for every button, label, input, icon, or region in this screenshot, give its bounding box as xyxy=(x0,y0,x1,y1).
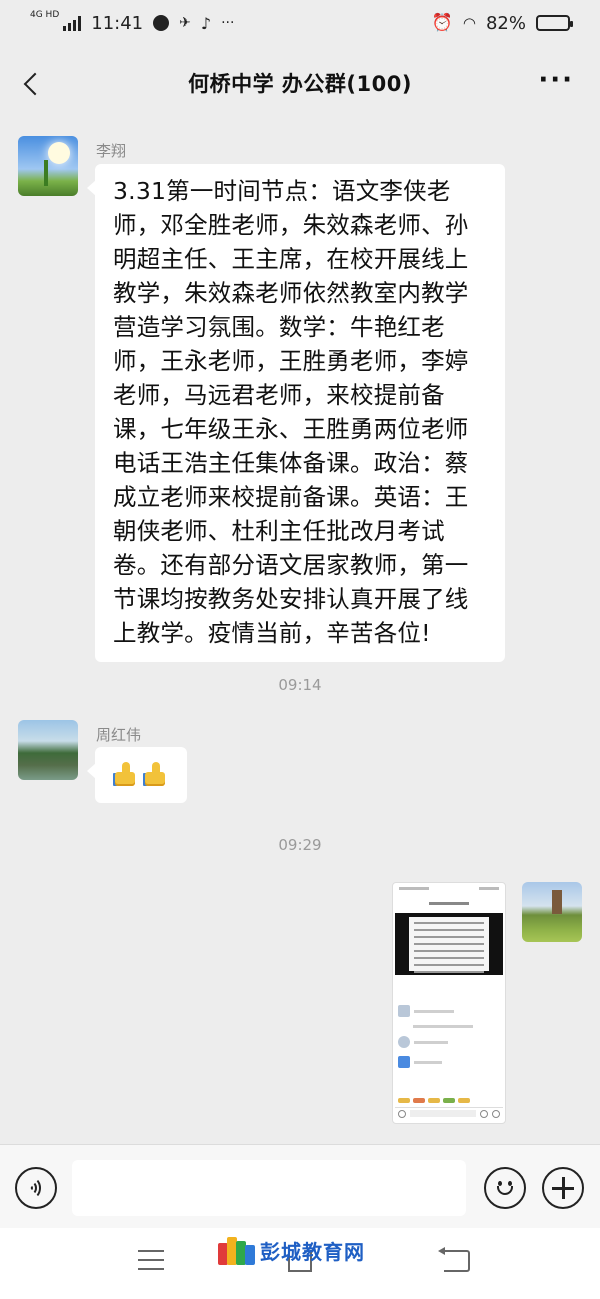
plus-icon xyxy=(552,1177,574,1199)
timestamp: 09:29 xyxy=(278,836,322,854)
chat-title: 何桥中学 办公群(100) xyxy=(188,72,412,96)
back-button[interactable] xyxy=(14,66,50,102)
more-notifications-icon: ··· xyxy=(221,15,235,31)
voice-icon xyxy=(27,1177,45,1199)
thumbs-up-icon xyxy=(113,761,139,787)
watermark-text: 彭城教育网 xyxy=(260,1240,365,1264)
menu-icon[interactable] xyxy=(138,1250,164,1272)
more-options-button[interactable]: ··· xyxy=(538,67,574,93)
thumbs-up-icon xyxy=(143,761,169,787)
message-text: 3.31第一时间节点：语文李侠老师，邓全胜老师，朱效森老师、孙明超主任、王主席，… xyxy=(113,177,469,647)
chevron-left-icon xyxy=(23,72,47,96)
timestamp: 09:14 xyxy=(278,676,322,694)
wifi-icon: ◠ xyxy=(462,14,476,32)
avatar[interactable] xyxy=(18,720,78,780)
battery-icon xyxy=(536,15,573,31)
battery-percent: 82% xyxy=(485,12,526,34)
network-label: 4G HD xyxy=(30,10,60,20)
book-logo-icon xyxy=(218,1236,255,1265)
more-actions-button[interactable] xyxy=(542,1167,584,1209)
avatar[interactable] xyxy=(18,136,78,196)
emoji-button[interactable] xyxy=(484,1167,526,1209)
message-bubble[interactable] xyxy=(87,747,187,803)
tiktok-icon: ♪ xyxy=(200,13,212,33)
bird-icon: ✈ xyxy=(179,15,191,31)
message-input[interactable] xyxy=(72,1160,466,1216)
message-bubble[interactable]: 3.31第一时间节点：语文李侠老师，邓全胜老师，朱效森老师、孙明超主任、王主席，… xyxy=(87,164,505,662)
alarm-icon: ⏰ xyxy=(431,13,453,33)
watermark: 彭城教育网 xyxy=(218,1236,365,1265)
emoji-icon xyxy=(492,1175,518,1201)
compass-icon xyxy=(153,15,170,31)
sender-name: 周红伟 xyxy=(96,726,142,744)
voice-button[interactable] xyxy=(15,1167,57,1209)
input-bar xyxy=(0,1144,600,1228)
chat-header: 何桥中学 办公群(100) ··· xyxy=(0,46,600,120)
back-icon[interactable] xyxy=(438,1247,470,1272)
status-bar: 4G HD 11:41 ✈ ♪ ··· ⏰ ◠ 82% xyxy=(0,0,600,46)
clock: 11:41 xyxy=(91,12,144,34)
signal-icon xyxy=(63,15,82,31)
chat-screenshot-image[interactable] xyxy=(392,882,506,1124)
sender-name: 李翔 xyxy=(96,142,127,160)
avatar[interactable] xyxy=(522,882,582,942)
